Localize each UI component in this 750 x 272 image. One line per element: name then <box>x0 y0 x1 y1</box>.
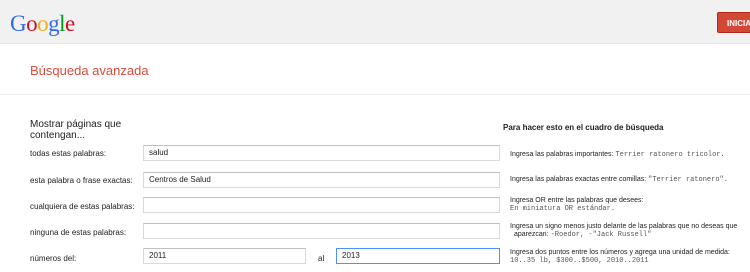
any-words-input[interactable] <box>143 197 500 213</box>
hint-none-words: Ingresa un signo menos justo delante de … <box>510 223 737 239</box>
numbers-from-input[interactable]: 2011 <box>143 248 306 264</box>
hint-all-words: Ingresa las palabras importantes: Terrie… <box>510 151 725 159</box>
logo-letter-e: e <box>65 11 75 36</box>
label-exact-phrase: esta palabra o frase exactas: <box>30 176 133 185</box>
numbers-separator: al <box>318 254 325 263</box>
none-words-input[interactable] <box>143 223 500 239</box>
hint-text: Ingresa las palabras exactas entre comil… <box>510 176 649 183</box>
label-any-words: cualquiera de estas palabras: <box>30 202 135 211</box>
logo-letter-g: G <box>10 11 27 36</box>
hint-example: -Roedor, -"Jack Russell" <box>550 231 652 239</box>
logo-letter-o1: o <box>26 11 38 36</box>
all-words-input[interactable]: salud <box>143 145 500 161</box>
label-all-words: todas estas palabras: <box>30 149 107 158</box>
hint-example: "Terrier ratonero". <box>648 176 728 184</box>
hint-example: Terrier ratonero tricolor. <box>615 151 725 159</box>
hint-text: Ingresa las palabras importantes: <box>510 151 616 158</box>
section-heading: Mostrar páginas que contengan... <box>30 119 122 141</box>
google-logo[interactable]: Google <box>10 11 75 37</box>
page-title: Búsqueda avanzada <box>30 63 149 78</box>
hint-example: En miniatura OR estándar. <box>510 205 616 213</box>
hint-any-words: Ingresa OR entre las palabras que desees… <box>510 197 643 213</box>
numbers-to-input[interactable]: 2013 <box>336 248 500 264</box>
hint-text: Ingresa un signo menos justo delante de … <box>510 223 738 230</box>
hint-heading: Para hacer esto en el cuadro de búsqueda <box>503 123 664 132</box>
logo-letter-g2: g <box>48 11 60 36</box>
exact-phrase-input[interactable]: Centros de Salud <box>143 172 500 188</box>
signin-button[interactable]: INICIAR <box>717 12 750 33</box>
hint-exact-phrase: Ingresa las palabras exactas entre comil… <box>510 176 728 184</box>
logo-letter-o2: o <box>37 11 49 36</box>
label-numbers: números del: <box>30 254 77 263</box>
hint-numbers: Ingresa dos puntos entre los números y a… <box>510 249 730 265</box>
hint-text: Ingresa OR entre las palabras que desees… <box>510 197 644 204</box>
hint-text: Ingresa dos puntos entre los números y a… <box>510 249 730 256</box>
hint-text-line2: aparezcan: <box>514 231 551 238</box>
label-none-words: ninguna de estas palabras: <box>30 228 127 237</box>
top-bar: Google INICIAR <box>0 0 750 44</box>
hint-example: 10..35 lb, $300..$500, 2010..2011 <box>510 257 649 265</box>
